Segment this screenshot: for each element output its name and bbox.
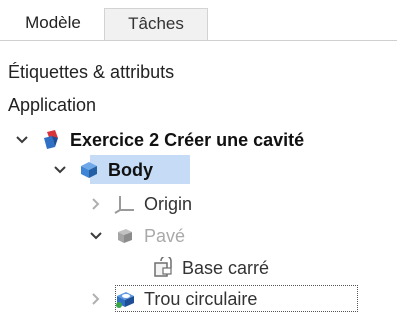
tree-item-origin[interactable]: Origin (88, 190, 192, 218)
tree-item-label: Pavé (144, 225, 186, 246)
origin-axes-icon (114, 193, 136, 215)
sketch-icon (152, 257, 174, 279)
tree-item-body[interactable]: Body (52, 156, 153, 184)
tree-item-label: Base carré (182, 257, 270, 278)
chevron-right-icon[interactable] (88, 292, 104, 306)
tree-item-label: Origin (144, 193, 193, 214)
chevron-down-icon[interactable] (88, 231, 104, 241)
tree-item-label: Body (108, 159, 153, 180)
tree-item-base-carre[interactable]: Base carré (142, 254, 269, 282)
part-document-icon (40, 129, 62, 151)
chevron-right-icon[interactable] (88, 197, 104, 211)
tab-bar-divider (0, 40, 397, 41)
application-section: Application (8, 95, 97, 115)
body-icon (78, 159, 100, 181)
focus-outline (115, 285, 358, 312)
tree-item-pave[interactable]: Pavé (88, 222, 185, 250)
tab-taches[interactable]: Tâches (104, 8, 208, 40)
chevron-down-icon[interactable] (14, 135, 30, 145)
tab-modele[interactable]: Modèle (8, 8, 98, 40)
model-tab-bar: Modèle Tâches (0, 0, 397, 40)
pad-icon (114, 225, 136, 247)
tree-item-exercice[interactable]: Exercice 2 Créer une cavité (14, 126, 304, 154)
tree-item-label: Exercice 2 Créer une cavité (70, 129, 305, 150)
chevron-down-icon[interactable] (52, 165, 68, 175)
labels-attributes-section[interactable]: Étiquettes & attributs (8, 62, 174, 83)
